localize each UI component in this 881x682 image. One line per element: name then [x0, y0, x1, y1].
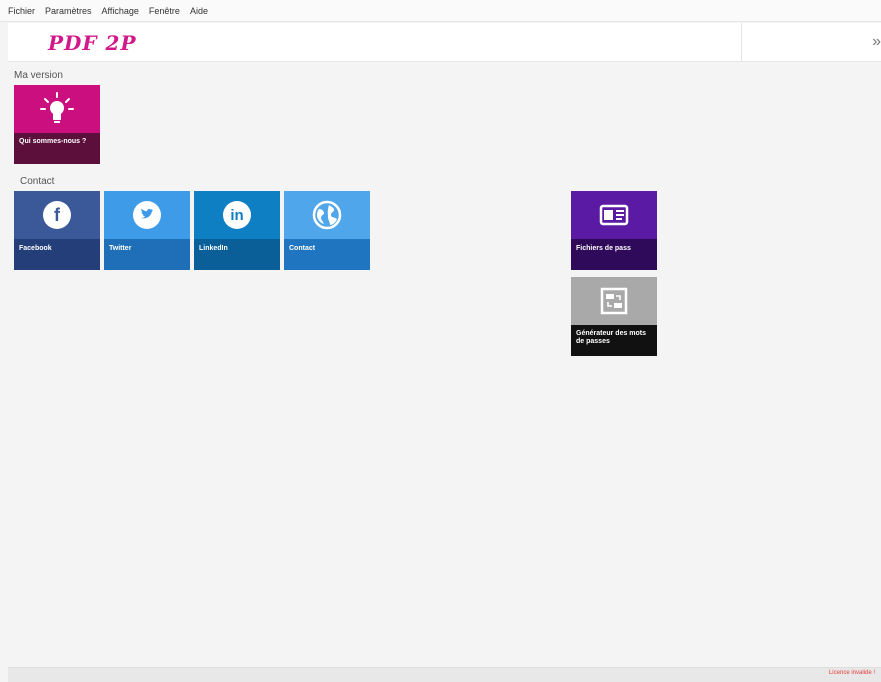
brand-divider — [741, 23, 742, 62]
tile-linkedin-label: LinkedIn — [194, 239, 280, 270]
swap-icon — [571, 277, 657, 325]
tile-password-generator-label: Générateur des mots de passes — [571, 325, 657, 356]
status-bar: Licence invalide ! — [8, 667, 881, 682]
globe-icon — [284, 191, 370, 239]
lightbulb-icon — [14, 85, 100, 133]
menu-bar: Fichier Paramètres Affichage Fenêtre Aid… — [0, 0, 881, 22]
twitter-icon — [104, 191, 190, 239]
tile-contact-label: Contact — [284, 239, 370, 270]
tile-about-us[interactable]: Qui sommes-nous ? — [14, 85, 100, 164]
menu-window[interactable]: Fenêtre — [149, 6, 180, 16]
tile-facebook-label: Facebook — [14, 239, 100, 270]
tile-about-us-label: Qui sommes-nous ? — [14, 133, 100, 164]
license-status: Licence invalide ! — [828, 670, 875, 676]
linkedin-icon: in — [194, 191, 280, 239]
tile-linkedin[interactable]: in LinkedIn — [194, 191, 280, 270]
tile-data-files[interactable]: Fichiers de pass — [571, 191, 657, 270]
tile-password-generator[interactable]: Générateur des mots de passes — [571, 277, 657, 356]
brand-bar: PDF 2P » — [8, 23, 881, 62]
menu-help[interactable]: Aide — [190, 6, 208, 16]
tile-data-files-label: Fichiers de pass — [571, 239, 657, 270]
app-logo: PDF 2P — [48, 31, 137, 55]
menu-settings[interactable]: Paramètres — [45, 6, 92, 16]
menu-file[interactable]: Fichier — [8, 6, 35, 16]
section-title-version: Ma version — [14, 70, 63, 81]
tile-twitter[interactable]: Twitter — [104, 191, 190, 270]
tile-twitter-label: Twitter — [104, 239, 190, 270]
facebook-icon: f — [14, 191, 100, 239]
tile-facebook[interactable]: f Facebook — [14, 191, 100, 270]
section-title-contact: Contact — [20, 176, 55, 187]
id-card-icon — [571, 191, 657, 239]
collapse-panel-button[interactable]: » — [867, 33, 881, 51]
menu-view[interactable]: Affichage — [102, 6, 139, 16]
tile-contact[interactable]: Contact — [284, 191, 370, 270]
